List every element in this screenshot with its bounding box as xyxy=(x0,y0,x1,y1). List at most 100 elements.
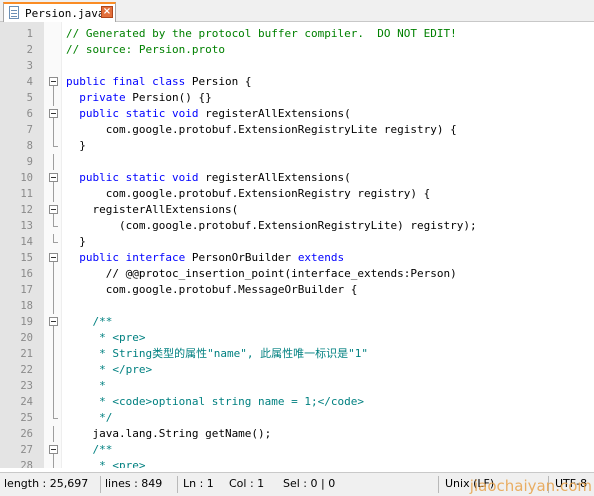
code-line[interactable]: 11 com.google.protobuf.ExtensionRegistry… xyxy=(0,186,594,202)
code-token: * </pre> xyxy=(66,363,153,376)
status-lines: lines : 849 xyxy=(105,477,163,490)
code-text: public final class Persion { xyxy=(66,74,251,90)
code-line[interactable]: 17 com.google.protobuf.MessageOrBuilder … xyxy=(0,282,594,298)
fold-guide-line xyxy=(48,282,58,298)
line-number: 23 xyxy=(20,380,33,392)
code-token: // @@protoc_insertion_point(interface_ex… xyxy=(66,267,457,280)
code-token: com.google.protobuf.ExtensionRegistry re… xyxy=(66,187,431,200)
fold-guide-line xyxy=(48,90,58,106)
code-token: // Generated by the protocol buffer comp… xyxy=(66,27,457,40)
line-number: 17 xyxy=(20,284,33,296)
line-number: 13 xyxy=(20,220,33,232)
code-line[interactable]: 20 * <pre> xyxy=(0,330,594,346)
code-line[interactable]: 1 // Generated by the protocol buffer com… xyxy=(0,26,594,42)
line-number: 27 xyxy=(20,444,33,456)
fold-guide-line xyxy=(48,346,58,362)
code-line[interactable]: 19 /** xyxy=(0,314,594,330)
code-line[interactable]: 9 xyxy=(0,154,594,170)
fold-toggle-icon[interactable] xyxy=(48,250,58,266)
tab-label: Persion.java xyxy=(25,6,105,20)
code-line[interactable]: 26 java.lang.String getName(); xyxy=(0,426,594,442)
code-line[interactable]: 6 public static void registerAllExtensio… xyxy=(0,106,594,122)
code-line[interactable]: 3 xyxy=(0,58,594,74)
code-token: public static void xyxy=(66,171,206,184)
code-line[interactable]: 23 * xyxy=(0,378,594,394)
line-number: 26 xyxy=(20,428,33,440)
code-text: com.google.protobuf.ExtensionRegistry re… xyxy=(66,186,431,202)
fold-toggle-icon[interactable] xyxy=(48,202,58,218)
code-line[interactable]: 12 registerAllExtensions( xyxy=(0,202,594,218)
code-line[interactable]: 25 */ xyxy=(0,410,594,426)
code-token: private xyxy=(66,91,133,104)
code-line[interactable]: 16 // @@protoc_insertion_point(interface… xyxy=(0,266,594,282)
code-token: registerAllExtensions( xyxy=(205,171,351,184)
code-line[interactable]: 14 } xyxy=(0,234,594,250)
status-separator xyxy=(438,476,439,493)
code-token: registerAllExtensions( xyxy=(66,203,239,216)
line-number: 1 xyxy=(26,28,33,40)
code-token: } xyxy=(66,139,86,152)
code-token: extends xyxy=(297,251,345,264)
watermark-text: jiaochaiyan.com xyxy=(469,477,592,495)
fold-toggle-icon[interactable] xyxy=(48,170,58,186)
fold-toggle-icon[interactable] xyxy=(48,74,58,90)
code-token: /** xyxy=(66,315,113,328)
fold-empty xyxy=(48,26,58,42)
fold-toggle-icon[interactable] xyxy=(48,442,58,458)
code-text: public static void registerAllExtensions… xyxy=(66,106,351,122)
code-text: * String类型的属性"name", 此属性唯一标识是"1" xyxy=(66,346,368,362)
code-line[interactable]: 27 /** xyxy=(0,442,594,458)
code-line[interactable]: 28 * <pre> xyxy=(0,458,594,468)
fold-guide-line xyxy=(48,426,58,442)
line-number: 15 xyxy=(20,252,33,264)
code-line[interactable]: 13 (com.google.protobuf.ExtensionRegistr… xyxy=(0,218,594,234)
close-tab-icon[interactable]: × xyxy=(101,6,113,18)
code-line[interactable]: 4 public final class Persion { xyxy=(0,74,594,90)
fold-toggle-icon[interactable] xyxy=(48,106,58,122)
line-number: 18 xyxy=(20,300,33,312)
code-token: * xyxy=(66,379,106,392)
code-line[interactable]: 8 } xyxy=(0,138,594,154)
tab-bar: Persion.java × xyxy=(0,0,594,22)
code-text: * xyxy=(66,378,106,394)
code-text: com.google.protobuf.ExtensionRegistryLit… xyxy=(66,122,457,138)
code-line[interactable]: 15 public interface PersonOrBuilder exte… xyxy=(0,250,594,266)
line-number: 19 xyxy=(20,316,33,328)
line-number: 2 xyxy=(26,44,33,56)
code-token: Persion { xyxy=(191,75,252,88)
code-token: PersonOrBuilder xyxy=(191,251,298,264)
code-token: java.lang.String getName(); xyxy=(66,427,272,440)
code-text: * </pre> xyxy=(66,362,152,378)
code-text: // @@protoc_insertion_point(interface_ex… xyxy=(66,266,457,282)
code-line[interactable]: 18 xyxy=(0,298,594,314)
code-text: * <code>optional string name = 1;</code> xyxy=(66,394,364,410)
fold-guide-line xyxy=(48,362,58,378)
code-line[interactable]: 5 private Persion() {} xyxy=(0,90,594,106)
code-token: (com.google.protobuf.ExtensionRegistryLi… xyxy=(66,219,477,232)
fold-guide-line xyxy=(48,378,58,394)
fold-guide-line xyxy=(48,154,58,170)
code-text: * <pre> xyxy=(66,458,145,468)
code-text: (com.google.protobuf.ExtensionRegistryLi… xyxy=(66,218,477,234)
code-line[interactable]: 24 * <code>optional string name = 1;</co… xyxy=(0,394,594,410)
code-text: registerAllExtensions( xyxy=(66,202,238,218)
code-editor[interactable]: 1 // Generated by the protocol buffer com… xyxy=(0,22,594,468)
code-lines: 1 // Generated by the protocol buffer com… xyxy=(0,26,594,468)
fold-guide-line xyxy=(48,122,58,138)
fold-guide-line xyxy=(48,266,58,282)
code-text: java.lang.String getName(); xyxy=(66,426,271,442)
code-line[interactable]: 7 com.google.protobuf.ExtensionRegistryL… xyxy=(0,122,594,138)
fold-end-marker xyxy=(48,410,58,426)
line-number: 6 xyxy=(26,108,33,120)
code-text: /** xyxy=(66,442,112,458)
code-line[interactable]: 22 * </pre> xyxy=(0,362,594,378)
line-number: 12 xyxy=(20,204,33,216)
java-file-icon xyxy=(8,6,21,20)
code-token: * <code>optional string name = 1;</code> xyxy=(66,395,365,408)
code-line[interactable]: 2 // source: Persion.proto xyxy=(0,42,594,58)
tab-persion-java[interactable]: Persion.java × xyxy=(3,2,116,22)
code-line[interactable]: 10 public static void registerAllExtensi… xyxy=(0,170,594,186)
fold-guide-line xyxy=(48,298,58,314)
code-line[interactable]: 21 * String类型的属性"name", 此属性唯一标识是"1" xyxy=(0,346,594,362)
fold-toggle-icon[interactable] xyxy=(48,314,58,330)
